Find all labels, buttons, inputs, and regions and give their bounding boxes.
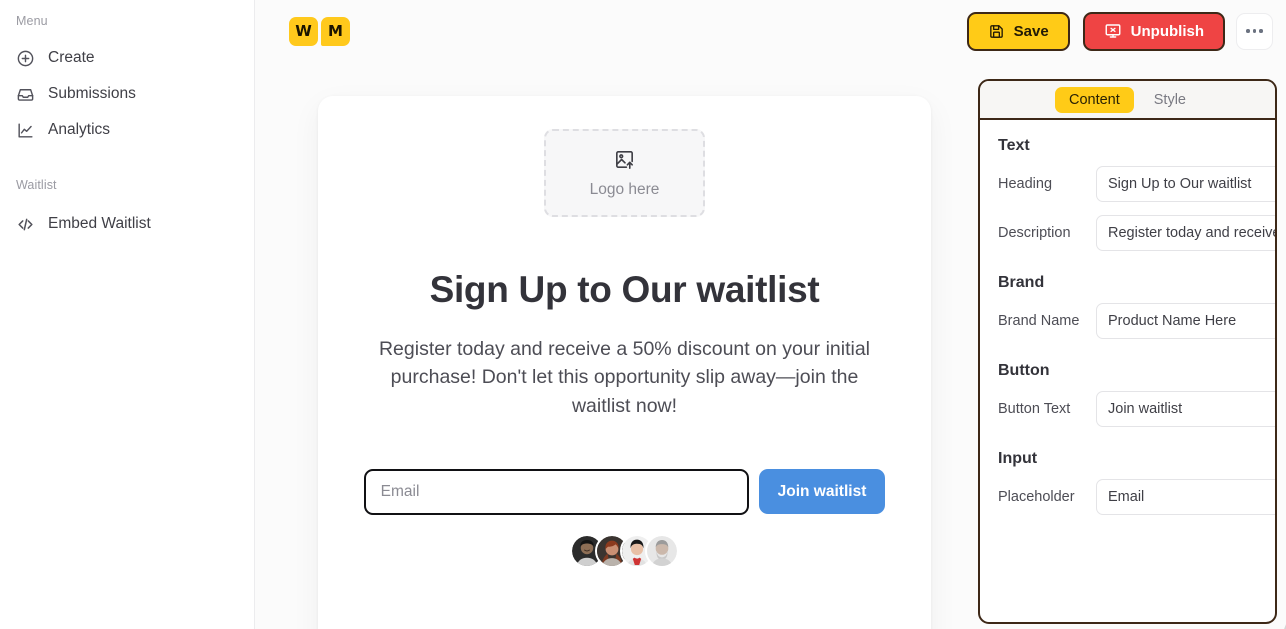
button-text-field[interactable] bbox=[1096, 391, 1275, 427]
email-input[interactable] bbox=[363, 468, 749, 515]
field-row-placeholder: Placeholder bbox=[998, 479, 1275, 515]
app-logo[interactable]: W M bbox=[289, 16, 350, 46]
code-brackets-icon bbox=[16, 215, 35, 234]
section-title-button: Button bbox=[998, 362, 1050, 379]
logo-tile-m: M bbox=[321, 16, 350, 46]
field-row-heading: Heading bbox=[998, 166, 1275, 202]
inbox-icon bbox=[16, 85, 35, 104]
more-dot-icon bbox=[1252, 29, 1257, 33]
page-description: Register today and receive a 50% discoun… bbox=[378, 337, 871, 417]
avatar bbox=[645, 533, 679, 568]
plus-circle-icon bbox=[16, 49, 35, 68]
field-label-placeholder: Placeholder bbox=[998, 489, 1075, 505]
sidebar-item-embed-waitlist-label: Embed Waitlist bbox=[48, 215, 151, 232]
field-row-button-text: Button Text bbox=[998, 391, 1275, 427]
section-title-text: Text bbox=[998, 137, 1030, 154]
logo-upload-dropzone[interactable]: Logo here bbox=[544, 129, 705, 217]
tab-content[interactable]: Content bbox=[1054, 86, 1134, 113]
field-label-brand-name: Brand Name bbox=[998, 313, 1080, 329]
save-button[interactable]: Save bbox=[966, 11, 1070, 51]
unpublish-button[interactable]: Unpublish bbox=[1082, 11, 1225, 51]
sidebar-item-submissions[interactable]: Submissions bbox=[0, 76, 254, 112]
topbar: W M Save Unpublish bbox=[255, 0, 1286, 62]
sidebar: Menu Create Submissions Analytics Waitli… bbox=[0, 0, 255, 629]
waitlist-preview-card: Logo here Sign Up to Our waitlist Regist… bbox=[318, 96, 931, 629]
sidebar-section-menu-label: Menu bbox=[16, 14, 48, 28]
section-title-input: Input bbox=[998, 450, 1038, 467]
panel-tab-bar: Content Style bbox=[980, 81, 1275, 120]
signup-form: Join waitlist bbox=[358, 468, 891, 515]
more-dot-icon bbox=[1246, 29, 1250, 33]
sidebar-section-waitlist-label: Waitlist bbox=[16, 178, 57, 192]
heading-field[interactable] bbox=[1096, 166, 1275, 202]
sidebar-item-embed-waitlist[interactable]: Embed Waitlist bbox=[0, 206, 254, 242]
settings-panel: Content Style Text Heading Description B… bbox=[978, 79, 1277, 624]
sidebar-item-analytics[interactable]: Analytics bbox=[0, 112, 254, 148]
sidebar-item-create[interactable]: Create bbox=[0, 40, 254, 76]
more-options-button[interactable] bbox=[1236, 12, 1273, 50]
join-waitlist-button[interactable]: Join waitlist bbox=[758, 469, 886, 515]
line-chart-icon bbox=[16, 121, 35, 140]
field-label-button-text: Button Text bbox=[998, 401, 1071, 417]
save-button-label: Save bbox=[1013, 22, 1049, 40]
field-row-brand-name: Brand Name bbox=[998, 303, 1275, 339]
brand-name-field[interactable] bbox=[1096, 303, 1275, 339]
field-row-description: Description bbox=[998, 215, 1275, 251]
image-upload-icon bbox=[613, 148, 636, 176]
logo-placeholder-label: Logo here bbox=[589, 180, 660, 198]
field-label-description: Description bbox=[998, 225, 1071, 241]
placeholder-field[interactable] bbox=[1096, 479, 1275, 515]
panel-body: Text Heading Description Brand Brand Nam… bbox=[980, 120, 1275, 515]
sidebar-item-submissions-label: Submissions bbox=[48, 85, 136, 102]
unpublish-monitor-x-icon bbox=[1104, 22, 1122, 40]
main-area: W M Save Unpublish Logo here Sign Up to … bbox=[255, 0, 1286, 629]
app-root: Menu Create Submissions Analytics Waitli… bbox=[0, 0, 1286, 629]
more-dot-icon bbox=[1259, 29, 1263, 33]
sidebar-item-analytics-label: Analytics bbox=[48, 121, 111, 138]
page-title: Sign Up to Our waitlist bbox=[429, 269, 820, 310]
sidebar-item-create-label: Create bbox=[48, 49, 95, 66]
social-proof-avatars bbox=[358, 533, 891, 568]
save-icon bbox=[988, 23, 1005, 40]
description-field[interactable] bbox=[1096, 215, 1275, 251]
section-title-brand: Brand bbox=[998, 274, 1045, 291]
tab-style[interactable]: Style bbox=[1140, 87, 1200, 113]
logo-tile-w: W bbox=[289, 16, 318, 46]
field-label-heading: Heading bbox=[998, 176, 1053, 192]
unpublish-button-label: Unpublish bbox=[1130, 22, 1204, 40]
